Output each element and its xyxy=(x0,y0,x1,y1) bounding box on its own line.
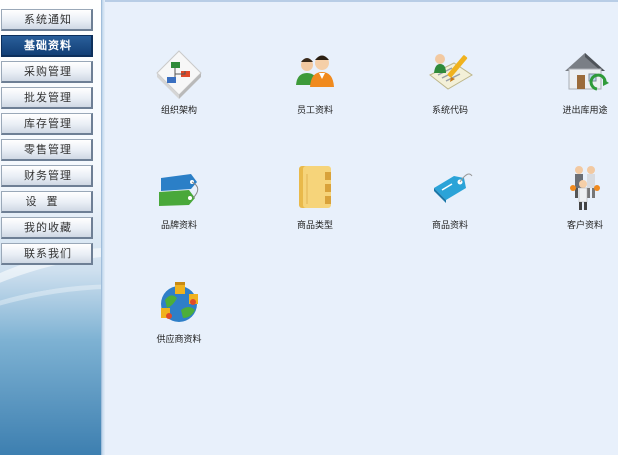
supplier-globe-icon xyxy=(151,274,207,330)
sidebar-item-inventory[interactable]: 库存管理 xyxy=(1,113,93,135)
tile-brand-data[interactable]: 品牌资料 xyxy=(134,160,224,231)
tile-org-structure[interactable]: 组织架构 xyxy=(134,45,224,116)
tile-label: 员工资料 xyxy=(296,106,333,116)
tile-supplier-data[interactable]: 供应商资料 xyxy=(134,274,224,345)
sidebar-item-contact[interactable]: 联系我们 xyxy=(1,243,93,265)
tile-label: 组织架构 xyxy=(160,106,197,116)
sidebar-item-finance[interactable]: 财务管理 xyxy=(1,165,93,187)
tile-system-code[interactable]: 系统代码 xyxy=(405,45,495,116)
tile-product-type[interactable]: 商品类型 xyxy=(270,160,360,231)
tile-label: 供应商资料 xyxy=(156,335,202,345)
tile-employees[interactable]: 员工资料 xyxy=(270,45,360,116)
system-code-icon xyxy=(422,45,478,101)
sidebar-item-retail[interactable]: 零售管理 xyxy=(1,139,93,161)
tile-label: 商品类型 xyxy=(296,221,333,231)
employees-icon xyxy=(287,45,343,101)
customers-icon xyxy=(557,160,613,216)
tile-label: 商品资料 xyxy=(431,221,468,231)
sidebar-item-basic-data[interactable]: 基础资料 xyxy=(1,35,93,57)
tile-label: 系统代码 xyxy=(431,106,468,116)
sidebar-item-settings[interactable]: 设置 xyxy=(1,191,93,213)
sidebar-item-wholesale[interactable]: 批发管理 xyxy=(1,87,93,109)
price-tag-icon xyxy=(422,160,478,216)
tile-product-data[interactable]: 商品资料 xyxy=(405,160,495,231)
warehouse-house-icon xyxy=(557,45,613,101)
tile-label: 进出库用途 xyxy=(562,106,608,116)
org-chart-icon xyxy=(151,45,207,101)
sidebar-item-purchase[interactable]: 采购管理 xyxy=(1,61,93,83)
main-panel: 组织架构 员工资料 系统代码 进出库用途 品牌资料 商品类型 商品资料 客户资料… xyxy=(105,0,618,455)
tile-label: 客户资料 xyxy=(566,221,603,231)
sidebar-nav: 系统通知 基础资料 采购管理 批发管理 库存管理 零售管理 财务管理 设置 我的… xyxy=(1,9,93,269)
tile-warehouse-purpose[interactable]: 进出库用途 xyxy=(540,45,618,116)
sidebar-item-favorites[interactable]: 我的收藏 xyxy=(1,217,93,239)
tile-label: 品牌资料 xyxy=(160,221,197,231)
tile-customer-data[interactable]: 客户资料 xyxy=(540,160,618,231)
sidebar-item-system-notice[interactable]: 系统通知 xyxy=(1,9,93,31)
folder-icon xyxy=(287,160,343,216)
brand-tags-icon xyxy=(151,160,207,216)
sidebar: 系统通知 基础资料 采购管理 批发管理 库存管理 零售管理 财务管理 设置 我的… xyxy=(0,0,101,455)
